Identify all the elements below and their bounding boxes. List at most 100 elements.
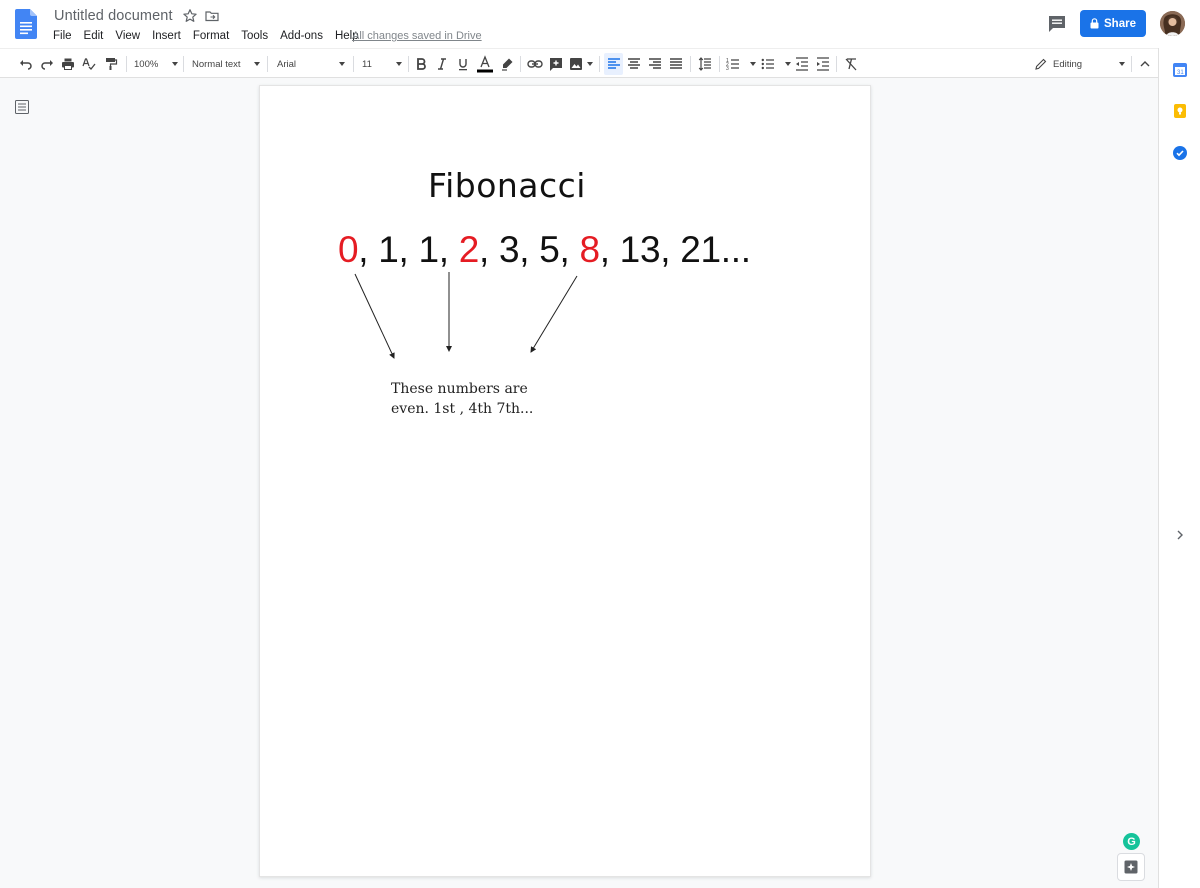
font-value: Arial: [277, 58, 297, 70]
line-spacing-button[interactable]: [697, 49, 713, 79]
insert-comment-icon: [550, 58, 562, 71]
note-line: These numbers are: [391, 381, 528, 397]
align-center-button[interactable]: [626, 49, 642, 79]
docs-logo-icon[interactable]: [15, 9, 37, 39]
save-status-link[interactable]: All changes saved in Drive: [352, 29, 482, 43]
menu-format[interactable]: Format: [187, 29, 235, 43]
clear-formatting-button[interactable]: [843, 49, 859, 79]
document-page[interactable]: Fibonacci 0, 1, 1, 2, 3, 5, 8, 13, 21...…: [259, 85, 871, 877]
underline-icon: [459, 59, 467, 71]
text-color-button[interactable]: [476, 49, 494, 79]
link-icon: [527, 60, 543, 68]
font-size-select[interactable]: 11: [362, 49, 402, 79]
text-color-icon: [477, 55, 493, 73]
mode-value: Editing: [1053, 58, 1083, 70]
bulleted-list-icon: [761, 58, 774, 70]
bold-button[interactable]: [413, 49, 429, 79]
print-button[interactable]: [60, 49, 76, 79]
keep-icon[interactable]: [1173, 104, 1187, 118]
zoom-select[interactable]: 100%: [134, 49, 178, 79]
chevron-down-icon: [1119, 62, 1125, 66]
bulleted-list-button[interactable]: [761, 49, 791, 79]
justify-button[interactable]: [668, 49, 684, 79]
star-icon[interactable]: [182, 8, 198, 24]
chevron-down-icon: [172, 62, 178, 66]
svg-text:31: 31: [1177, 70, 1184, 76]
redo-button[interactable]: [39, 49, 55, 79]
chevron-down-icon: [396, 62, 402, 66]
decrease-indent-icon: [796, 57, 808, 71]
toolbar: 100% Normal text Arial 11 1 2 3 Editing: [0, 48, 1158, 78]
print-icon: [62, 58, 74, 70]
decrease-indent-button[interactable]: [794, 49, 810, 79]
annotation-note: These numbers are even. 1st , 4th 7th...: [391, 379, 591, 419]
explore-button[interactable]: [1117, 853, 1145, 881]
font-size-value: 11: [362, 58, 372, 70]
comment-icon[interactable]: [1046, 13, 1068, 35]
mode-select[interactable]: Editing: [1035, 49, 1125, 79]
align-right-button[interactable]: [647, 49, 663, 79]
numbered-list-button[interactable]: 123: [726, 49, 756, 79]
insert-comment-button[interactable]: [548, 49, 564, 79]
pencil-icon: [1035, 58, 1047, 70]
avatar[interactable]: [1160, 11, 1185, 36]
move-folder-icon[interactable]: [204, 8, 220, 24]
spellcheck-button[interactable]: [81, 49, 97, 79]
outline-icon[interactable]: [15, 100, 29, 114]
menu-tools[interactable]: Tools: [235, 29, 274, 43]
chevron-down-icon: [587, 62, 593, 66]
zoom-value: 100%: [134, 58, 159, 70]
tasks-icon[interactable]: [1173, 146, 1187, 160]
menu-file[interactable]: File: [47, 29, 78, 43]
numbered-list-icon: 123: [726, 58, 739, 71]
italic-icon: [438, 58, 446, 70]
align-right-icon: [649, 58, 661, 69]
menu-insert[interactable]: Insert: [146, 29, 187, 43]
highlight-icon: [502, 58, 513, 71]
lock-icon: [1090, 18, 1099, 29]
share-button[interactable]: Share: [1080, 10, 1146, 37]
chevron-down-icon: [750, 62, 756, 66]
increase-indent-icon: [817, 57, 829, 71]
style-select[interactable]: Normal text: [192, 49, 260, 79]
paint-format-icon: [106, 58, 118, 70]
arrow: [530, 275, 578, 353]
align-center-icon: [628, 58, 640, 69]
link-button[interactable]: [527, 49, 543, 79]
clear-formatting-icon: [845, 58, 857, 71]
underline-button[interactable]: [455, 49, 471, 79]
undo-icon: [20, 60, 32, 70]
increase-indent-button[interactable]: [815, 49, 831, 79]
justify-icon: [670, 58, 682, 69]
paint-format-button[interactable]: [103, 49, 119, 79]
svg-text:3: 3: [726, 66, 729, 71]
note-line: even. 1st , 4th 7th...: [391, 401, 534, 417]
menu-edit[interactable]: Edit: [78, 29, 110, 43]
menu-bar: File Edit View Insert Format Tools Add-o…: [47, 29, 365, 43]
insert-image-icon: [570, 58, 582, 70]
collapse-icon: [1140, 61, 1150, 67]
header: Untitled document File Edit View Insert …: [0, 0, 1200, 48]
insert-image-button[interactable]: [569, 49, 593, 79]
line-spacing-icon: [698, 57, 711, 71]
italic-button[interactable]: [434, 49, 450, 79]
chevron-down-icon: [254, 62, 260, 66]
redo-icon: [41, 60, 53, 70]
align-left-button[interactable]: [604, 53, 623, 75]
calendar-icon[interactable]: 31: [1173, 63, 1187, 77]
align-left-icon: [607, 58, 620, 69]
chevron-down-icon: [339, 62, 345, 66]
undo-button[interactable]: [18, 49, 34, 79]
share-label: Share: [1104, 17, 1136, 30]
bold-icon: [417, 58, 426, 70]
menu-view[interactable]: View: [109, 29, 146, 43]
font-select[interactable]: Arial: [277, 49, 345, 79]
menu-addons[interactable]: Add-ons: [274, 29, 329, 43]
document-title[interactable]: Untitled document: [54, 8, 173, 24]
explore-icon: [1124, 860, 1138, 874]
chevron-right-icon[interactable]: [1173, 528, 1187, 542]
highlight-button[interactable]: [499, 49, 515, 79]
collapse-toolbar-button[interactable]: [1137, 49, 1153, 79]
spellcheck-icon: [82, 58, 96, 70]
grammarly-icon[interactable]: G: [1123, 833, 1140, 850]
